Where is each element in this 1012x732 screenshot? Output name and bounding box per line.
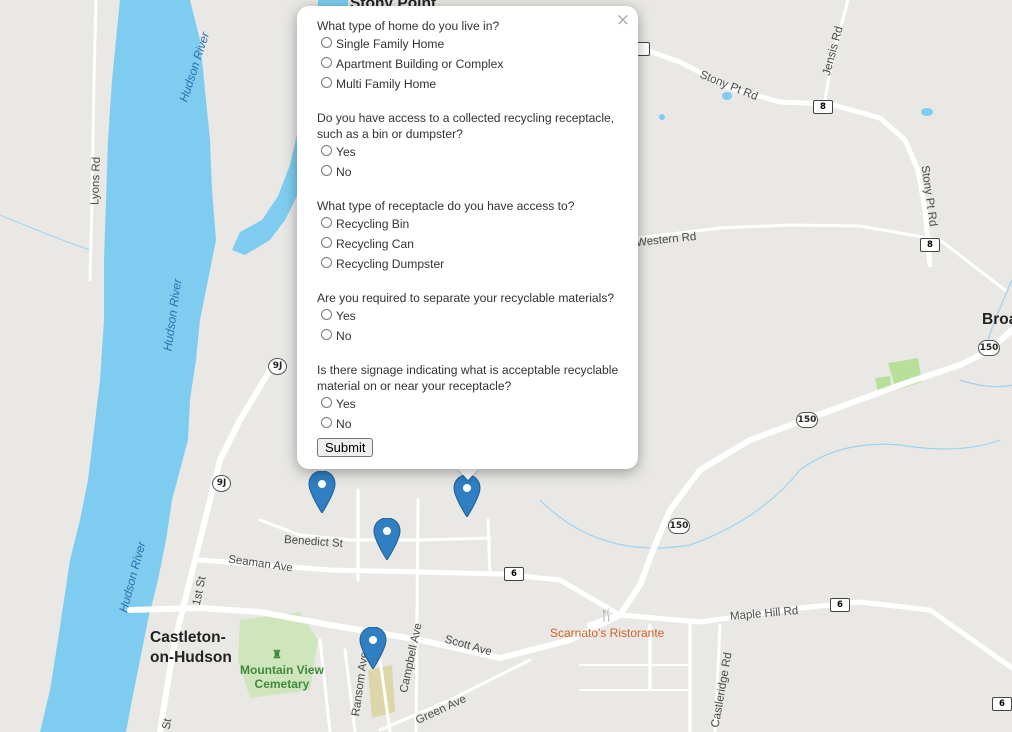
route-shield-150: 150 — [796, 412, 818, 428]
popup-tip — [457, 468, 479, 480]
radio-label: No — [336, 165, 352, 179]
radio-label: No — [336, 329, 352, 343]
question-separate-materials: Are you required to separate your recycl… — [317, 291, 615, 305]
radio-option[interactable]: Yes — [321, 142, 622, 162]
map-pin-icon[interactable] — [308, 471, 336, 513]
radio-label: Yes — [336, 145, 356, 159]
radio-button[interactable] — [321, 329, 332, 340]
radio-option[interactable]: No — [321, 326, 622, 346]
radio-button[interactable] — [321, 257, 332, 268]
survey-form: What type of home do you live in? Single… — [317, 18, 622, 457]
radio-button[interactable] — [321, 37, 332, 48]
question-receptacle-type: What type of receptacle do you have acce… — [317, 199, 575, 213]
cemetery-icon: ♜ — [272, 649, 282, 661]
pond — [659, 114, 665, 120]
radio-button[interactable] — [321, 145, 332, 156]
radio-button[interactable] — [321, 217, 332, 228]
question-home-type: What type of home do you live in? — [317, 19, 500, 33]
submit-button[interactable]: Submit — [317, 438, 374, 457]
radio-label: No — [336, 417, 352, 431]
poi-cemetery-label: Mountain View Cemetary — [240, 663, 324, 691]
radio-option[interactable]: Single Family Home — [321, 34, 622, 54]
radio-option[interactable]: No — [321, 162, 622, 182]
place-label-broad: Broa — [982, 311, 1012, 328]
radio-label: Multi Family Home — [336, 77, 437, 91]
map-pin-icon[interactable] — [359, 627, 387, 669]
radio-option[interactable]: Multi Family Home — [321, 74, 622, 94]
road-label-lyons-rd: Lyons Rd — [89, 156, 103, 206]
pond — [921, 108, 933, 116]
survey-popup: × What type of home do you live in? Sing… — [297, 6, 638, 469]
radio-option[interactable]: Recycling Can — [321, 234, 622, 254]
radio-label: Single Family Home — [336, 37, 445, 51]
question-signage: Is there signage indicating what is acce… — [317, 363, 619, 393]
route-shield-9j: 9J — [268, 358, 287, 375]
radio-label: Recycling Dumpster — [336, 257, 445, 271]
radio-button[interactable] — [321, 397, 332, 408]
radio-label: Recycling Bin — [336, 217, 410, 231]
route-shield-6: 6 — [992, 697, 1012, 711]
road-label-st: St — [160, 717, 175, 731]
route-shield-150: 150 — [668, 518, 690, 534]
radio-button[interactable] — [321, 237, 332, 248]
radio-option[interactable]: Recycling Bin — [321, 214, 622, 234]
radio-label: Yes — [336, 397, 356, 411]
map-pin-icon[interactable] — [373, 518, 401, 560]
radio-button[interactable] — [321, 77, 332, 88]
route-shield-150: 150 — [978, 340, 1000, 356]
radio-option[interactable]: Apartment Building or Complex — [321, 54, 622, 74]
route-shield-9j: 9J — [212, 475, 231, 492]
radio-option[interactable]: Yes — [321, 306, 622, 326]
route-shield-6: 6 — [830, 598, 850, 612]
radio-label: Yes — [336, 309, 356, 323]
radio-label: Recycling Can — [336, 237, 414, 251]
radio-button[interactable] — [321, 309, 332, 320]
place-label-castleton: Castleton- on-Hudson — [150, 629, 232, 666]
radio-label: Apartment Building or Complex — [336, 57, 504, 71]
radio-button[interactable] — [321, 417, 332, 428]
question-receptacle-access: Do you have access to a collected recycl… — [317, 111, 615, 141]
radio-button[interactable] — [321, 165, 332, 176]
radio-option[interactable]: No — [321, 414, 622, 434]
radio-button[interactable] — [321, 57, 332, 68]
radio-option[interactable]: Yes — [321, 394, 622, 414]
fork-knife-icon: 🍴 — [599, 608, 614, 622]
poi-restaurant-label: Scarnato's Ristorante — [550, 626, 665, 640]
route-shield-6: 6 — [504, 567, 524, 581]
map-pin-icon[interactable] — [453, 475, 481, 517]
route-shield-8: 8 — [813, 100, 833, 114]
route-shield-8: 8 — [920, 238, 940, 252]
radio-option[interactable]: Recycling Dumpster — [321, 254, 622, 274]
